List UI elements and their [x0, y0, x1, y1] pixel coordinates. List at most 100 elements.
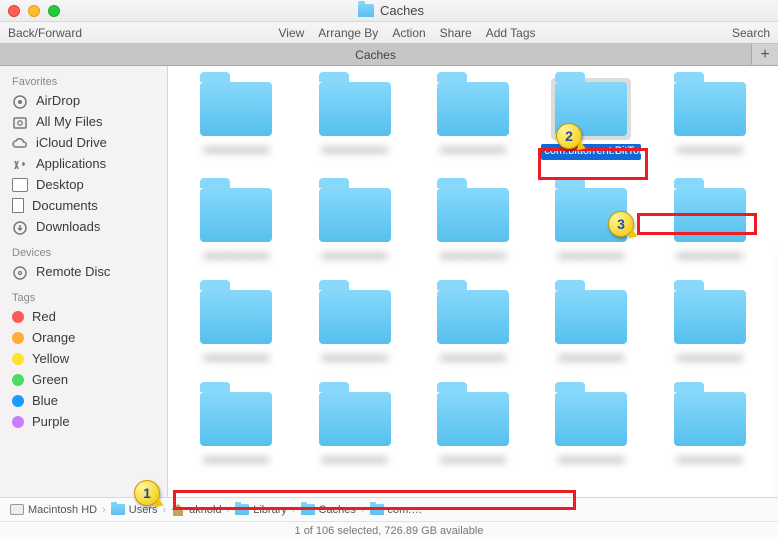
folder-label: xxxxxxxxxxxx [322, 144, 388, 156]
sidebar-item-downloads[interactable]: Downloads [0, 216, 167, 237]
search-button[interactable]: Search [732, 26, 770, 40]
folder-icon [358, 4, 374, 17]
folder-label: xxxxxxxxxxxx [203, 352, 269, 364]
new-tab-button[interactable]: + [752, 44, 778, 65]
sidebar-item-desktop[interactable]: Desktop [0, 174, 167, 195]
status-bar: 1 of 106 selected, 726.89 GB available [0, 521, 778, 539]
folder-label: xxxxxxxxxxxx [558, 352, 624, 364]
action-button[interactable]: Action [392, 26, 425, 40]
chevron-icon: › [292, 504, 296, 516]
folder-item[interactable]: xxxxxxxxxxxx [660, 388, 760, 466]
applications-icon [12, 157, 28, 171]
share-button[interactable]: Share [440, 26, 472, 40]
folder-item[interactable]: xxxxxxxxxxxx [304, 184, 404, 262]
sidebar-item-applications[interactable]: Applications [0, 153, 167, 174]
desktop-icon [12, 178, 28, 192]
sidebar-tag-blue[interactable]: Blue [0, 390, 167, 411]
folder-icon [555, 290, 627, 344]
zoom-window-button[interactable] [48, 5, 60, 17]
folder-item[interactable]: xxxxxxxxxxxx [660, 184, 760, 262]
close-window-button[interactable] [8, 5, 20, 17]
folder-label: xxxxxxxxxxxx [440, 250, 506, 262]
path-item-current[interactable]: com.… [370, 504, 423, 516]
sidebar-item-icloud[interactable]: iCloud Drive [0, 132, 167, 153]
folder-item[interactable]: xxxxxxxxxxxx [186, 286, 286, 364]
chevron-icon: › [361, 504, 365, 516]
window-title: Caches [380, 3, 424, 18]
sidebar-item-label: Remote Disc [36, 264, 110, 279]
path-item-library[interactable]: Library [235, 504, 287, 516]
folder-label: xxxxxxxxxxxx [440, 454, 506, 466]
tag-dot-icon [12, 395, 24, 407]
folder-label: xxxxxxxxxxxx [440, 352, 506, 364]
cloud-icon [12, 136, 28, 150]
folder-item[interactable]: xxxxxxxxxxxx [423, 286, 523, 364]
sidebar-item-label: Downloads [36, 219, 100, 234]
folder-item[interactable]: xxxxxxxxxxxx [660, 286, 760, 364]
folder-icon [437, 188, 509, 242]
folder-item[interactable]: xxxxxxxxxxxx [186, 388, 286, 466]
folder-label: xxxxxxxxxxxx [322, 454, 388, 466]
folder-label: xxxxxxxxxxxx [677, 352, 743, 364]
status-text: 1 of 106 selected, 726.89 GB available [295, 525, 484, 537]
folder-icon [437, 82, 509, 136]
all-files-icon [12, 115, 28, 129]
tab-bar: Caches + [0, 44, 778, 66]
sidebar-item-remote-disc[interactable]: Remote Disc [0, 261, 167, 282]
sidebar-tag-yellow[interactable]: Yellow [0, 348, 167, 369]
toolbar: Back/Forward View Arrange By Action Shar… [0, 22, 778, 44]
folder-label: xxxxxxxxxxxx [677, 144, 743, 156]
folder-label: xxxxxxxxxxxx [203, 144, 269, 156]
chevron-icon: › [102, 504, 106, 516]
sidebar-tag-green[interactable]: Green [0, 369, 167, 390]
view-button[interactable]: View [278, 26, 304, 40]
annotation-badge: 3 [608, 211, 634, 237]
path-item-caches[interactable]: Caches [301, 504, 356, 516]
folder-item[interactable]: xxxxxxxxxxxx [660, 78, 760, 160]
sidebar-item-all-my-files[interactable]: All My Files [0, 111, 167, 132]
sidebar-item-label: Orange [32, 330, 75, 345]
minimize-window-button[interactable] [28, 5, 40, 17]
sidebar-tag-purple[interactable]: Purple [0, 411, 167, 432]
folder-icon [674, 290, 746, 344]
path-item-hd[interactable]: Macintosh HD [10, 504, 97, 516]
folder-item[interactable]: xxxxxxxxxxxx [541, 286, 641, 364]
sidebar-item-label: AirDrop [36, 93, 80, 108]
folder-label: xxxxxxxxxxxx [558, 454, 624, 466]
folder-item[interactable]: xxxxxxxxxxxx [304, 78, 404, 160]
sidebar-item-label: iCloud Drive [36, 135, 107, 150]
tag-dot-icon [12, 353, 24, 365]
sidebar-item-documents[interactable]: Documents [0, 195, 167, 216]
sidebar-tag-red[interactable]: Red [0, 306, 167, 327]
folder-label: xxxxxxxxxxxx [677, 250, 743, 262]
folder-label: xxxxxxxxxxxx [440, 144, 506, 156]
downloads-icon [12, 220, 28, 234]
folder-label: xxxxxxxxxxxx [322, 352, 388, 364]
folder-item[interactable]: xxxxxxxxxxxx [186, 184, 286, 262]
back-forward-button[interactable]: Back/Forward [8, 26, 82, 40]
chevron-icon: › [227, 504, 231, 516]
folder-icon [437, 290, 509, 344]
folder-icon [200, 188, 272, 242]
path-item-user[interactable]: aknold [171, 504, 221, 516]
path-bar: Macintosh HD › Users › aknold › Library … [0, 497, 778, 521]
folder-item[interactable]: com.bittorrent.BitTorrent [541, 78, 641, 160]
tag-dot-icon [12, 374, 24, 386]
sidebar-item-label: Purple [32, 414, 70, 429]
content-area[interactable]: xxxxxxxxxxxxxxxxxxxxxxxxxxxxxxxxxxxxcom.… [168, 66, 778, 497]
sidebar-tag-orange[interactable]: Orange [0, 327, 167, 348]
folder-icon [674, 188, 746, 242]
folder-item[interactable]: xxxxxxxxxxxx [423, 184, 523, 262]
folder-item[interactable]: xxxxxxxxxxxx [423, 78, 523, 160]
arrange-button[interactable]: Arrange By [318, 26, 378, 40]
tab-caches[interactable]: Caches [0, 44, 752, 65]
folder-icon [319, 392, 391, 446]
sidebar-item-airdrop[interactable]: AirDrop [0, 90, 167, 111]
add-tags-button[interactable]: Add Tags [486, 26, 536, 40]
folder-item[interactable]: xxxxxxxxxxxx [186, 78, 286, 160]
folder-item[interactable]: xxxxxxxxxxxx [304, 286, 404, 364]
folder-icon [319, 82, 391, 136]
folder-item[interactable]: xxxxxxxxxxxx [423, 388, 523, 466]
folder-item[interactable]: xxxxxxxxxxxx [541, 388, 641, 466]
folder-item[interactable]: xxxxxxxxxxxx [304, 388, 404, 466]
